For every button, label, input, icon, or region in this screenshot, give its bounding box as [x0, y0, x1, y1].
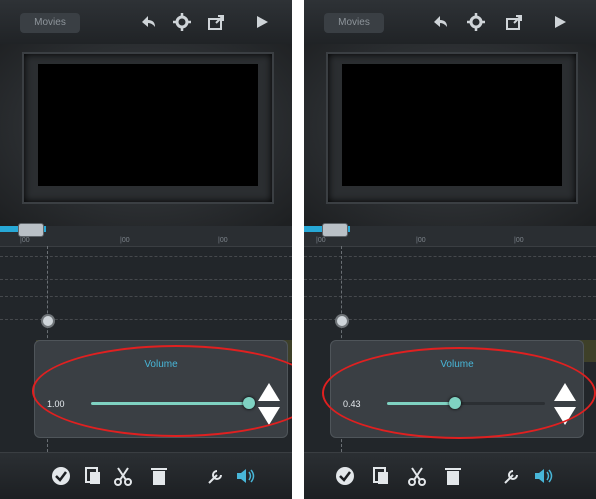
ruler-label: |00: [120, 237, 130, 244]
movies-title-button[interactable]: Movies: [324, 13, 384, 33]
annotation-ellipse: [322, 347, 596, 439]
keyframe-handle[interactable]: [335, 314, 349, 328]
cut-scissors-icon[interactable]: [406, 465, 428, 487]
movies-title-button[interactable]: Movies: [20, 13, 80, 33]
bottom-toolbar: [304, 452, 596, 499]
preview-frame: [22, 52, 274, 204]
tools-icon[interactable]: [204, 465, 226, 487]
right-screenshot: Movies |00 |00 |00 Volume 0.43: [304, 0, 596, 499]
ruler-label: |00: [416, 237, 426, 244]
play-icon[interactable]: [550, 12, 570, 32]
undo-icon[interactable]: [430, 12, 450, 32]
bottom-toolbar: [0, 452, 292, 499]
preview-stage: [304, 44, 596, 226]
timeline-track: [304, 256, 596, 280]
copy-icon[interactable]: [82, 465, 104, 487]
cut-scissors-icon[interactable]: [112, 465, 134, 487]
settings-gear-icon[interactable]: [466, 12, 486, 32]
delete-trash-icon[interactable]: [148, 465, 170, 487]
ruler-label: |00: [514, 237, 524, 244]
share-icon[interactable]: [206, 12, 226, 32]
left-screenshot: Movies |00 |00 |00 Volume 1.00: [0, 0, 292, 499]
volume-icon[interactable]: [532, 465, 554, 487]
video-preview[interactable]: [38, 64, 258, 186]
delete-trash-icon[interactable]: [442, 465, 464, 487]
tools-icon[interactable]: [500, 465, 522, 487]
copy-icon[interactable]: [370, 465, 392, 487]
timeline-track: [0, 256, 292, 280]
playhead-scrubber[interactable]: [18, 223, 44, 237]
ruler-label: |00: [218, 237, 228, 244]
play-icon[interactable]: [252, 12, 272, 32]
checkmark-icon[interactable]: [334, 465, 356, 487]
undo-icon[interactable]: [138, 12, 158, 32]
share-icon[interactable]: [504, 12, 524, 32]
checkmark-icon[interactable]: [50, 465, 72, 487]
settings-gear-icon[interactable]: [172, 12, 192, 32]
ruler-label: |00: [316, 237, 326, 244]
ruler-label: |00: [20, 237, 30, 244]
screenshot-divider: [292, 0, 304, 499]
top-bar: Movies: [304, 0, 596, 45]
preview-stage: [0, 44, 292, 226]
playhead-scrubber[interactable]: [322, 223, 348, 237]
preview-frame: [326, 52, 578, 204]
video-preview[interactable]: [342, 64, 562, 186]
volume-icon[interactable]: [234, 465, 256, 487]
keyframe-handle[interactable]: [41, 314, 55, 328]
top-bar: Movies: [0, 0, 292, 45]
